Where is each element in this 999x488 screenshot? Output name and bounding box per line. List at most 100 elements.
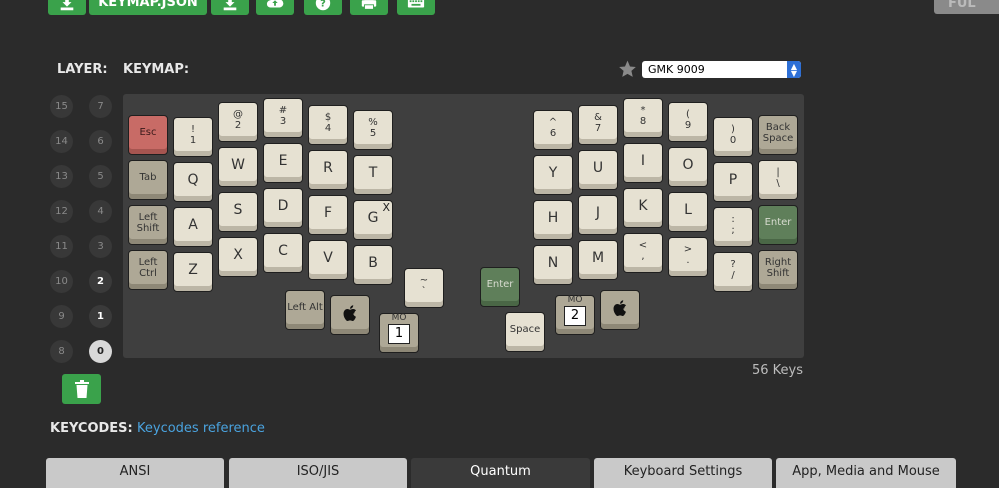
key-5[interactable]: % 5 — [353, 110, 393, 150]
layer-9[interactable]: 9 — [50, 305, 73, 328]
layer-0[interactable]: 0 — [89, 340, 112, 363]
download-button[interactable] — [48, 0, 86, 15]
key-8[interactable]: * 8 — [623, 98, 663, 138]
key-j[interactable]: J — [578, 195, 618, 235]
key-y[interactable]: Y — [533, 155, 573, 195]
layer-1[interactable]: 1 — [89, 305, 112, 328]
layer-15[interactable]: 15 — [50, 95, 73, 118]
key-enter-thumb[interactable]: Enter — [480, 267, 520, 307]
key-a[interactable]: A — [173, 207, 213, 247]
layer-11[interactable]: 11 — [50, 235, 73, 258]
print-button[interactable] — [350, 0, 388, 15]
key-s[interactable]: S — [218, 192, 258, 232]
key-o[interactable]: O — [668, 147, 708, 187]
key-grave[interactable]: ~ ` — [404, 268, 444, 308]
key-semicolon[interactable]: :; — [713, 207, 753, 247]
keycodes-label: KEYCODES: — [50, 421, 133, 436]
key-i[interactable]: I — [623, 143, 663, 183]
key-period[interactable]: >. — [668, 237, 708, 277]
key-4[interactable]: $4 — [308, 105, 348, 145]
key-c[interactable]: C — [263, 233, 303, 273]
key-7[interactable]: & 7 — [578, 105, 618, 145]
key-f[interactable]: F — [308, 195, 348, 235]
tab-quantum[interactable]: Quantum — [411, 458, 590, 488]
key-h[interactable]: H — [533, 200, 573, 240]
keymap-json-button[interactable]: KEYMAP.JSON — [89, 0, 207, 15]
key-9[interactable]: (9 — [668, 102, 708, 142]
key-count: 56 Keys — [752, 363, 804, 378]
full-button[interactable]: FUL — [934, 0, 999, 14]
star-icon[interactable] — [617, 59, 638, 79]
layer-3[interactable]: 3 — [89, 235, 112, 258]
keycodes-reference-link[interactable]: Keycodes reference — [137, 421, 265, 436]
key-comma[interactable]: <, — [623, 233, 663, 273]
key-r[interactable]: R — [308, 150, 348, 190]
help-button[interactable]: ? — [304, 0, 342, 15]
key-backslash[interactable]: | \ — [758, 160, 798, 200]
download-keymap-button[interactable] — [211, 0, 249, 15]
layer-13[interactable]: 13 — [50, 165, 73, 188]
key-w[interactable]: W — [218, 147, 258, 187]
tab-app-media-mouse[interactable]: App, Media and Mouse — [776, 458, 956, 488]
tab-ansi[interactable]: ANSI — [46, 458, 224, 488]
full-label: FUL — [948, 0, 976, 11]
layer-2[interactable]: 2 — [89, 270, 112, 293]
print-icon — [361, 0, 377, 10]
layer-8[interactable]: 8 — [50, 340, 73, 363]
layer-7[interactable]: 7 — [89, 95, 112, 118]
key-x[interactable]: X — [218, 237, 258, 277]
key-left-alt[interactable]: Left Alt — [285, 290, 325, 330]
layer-5[interactable]: 5 — [89, 165, 112, 188]
layer-6[interactable]: 6 — [89, 130, 112, 153]
key-v[interactable]: V — [308, 240, 348, 280]
download-icon — [60, 0, 74, 10]
key-k[interactable]: K — [623, 188, 663, 228]
keymap-json-label: KEYMAP.JSON — [98, 0, 198, 10]
key-e[interactable]: E — [263, 143, 303, 183]
keyboard-layout: Esc ! 1 @2 #3 $4 % 5 Tab Q W E R T Left Shi… — [123, 94, 804, 358]
key-t[interactable]: T — [353, 155, 393, 195]
layer-10[interactable]: 10 — [50, 270, 73, 293]
key-right-cmd[interactable] — [600, 290, 640, 330]
key-mo-2[interactable]: MO 2 — [555, 295, 595, 335]
key-n[interactable]: N — [533, 245, 573, 285]
upload-button[interactable] — [256, 0, 294, 15]
layer-4[interactable]: 4 — [89, 200, 112, 223]
key-mo-1[interactable]: MO 1 — [379, 313, 419, 353]
key-z[interactable]: Z — [173, 252, 213, 292]
key-6[interactable]: ^ 6 — [533, 110, 573, 150]
key-1[interactable]: ! 1 — [173, 117, 213, 157]
keyset-select[interactable]: GMK 9009 ▲ ▼ — [642, 61, 801, 78]
key-q[interactable]: Q — [173, 162, 213, 202]
key-d[interactable]: D — [263, 188, 303, 228]
key-slash[interactable]: ? / — [713, 252, 753, 292]
key-right-shift[interactable]: Right Shift — [758, 250, 798, 290]
key-enter[interactable]: Enter — [758, 205, 798, 245]
key-2[interactable]: @2 — [218, 102, 258, 142]
key-g[interactable]: GX — [353, 200, 393, 240]
key-backspace[interactable]: Back Space — [758, 115, 798, 155]
layer-14[interactable]: 14 — [50, 130, 73, 153]
key-left-shift[interactable]: Left Shift — [128, 205, 168, 245]
key-3[interactable]: #3 — [263, 98, 303, 138]
key-space[interactable]: Space — [505, 312, 545, 352]
svg-text:?: ? — [320, 0, 326, 9]
cloud-upload-icon — [266, 0, 284, 7]
tab-keyboard-settings[interactable]: Keyboard Settings — [594, 458, 772, 488]
apple-icon — [613, 299, 626, 316]
key-p[interactable]: P — [713, 162, 753, 202]
tab-iso-jis[interactable]: ISO/JIS — [229, 458, 407, 488]
key-left-cmd[interactable] — [330, 295, 370, 335]
download-icon — [223, 0, 237, 10]
keyboard-test-button[interactable] — [397, 0, 435, 15]
key-l[interactable]: L — [668, 192, 708, 232]
key-0[interactable]: ) 0 — [713, 117, 753, 157]
key-m[interactable]: M — [578, 240, 618, 280]
key-tab[interactable]: Tab — [128, 160, 168, 200]
clear-keymap-button[interactable] — [62, 374, 101, 404]
key-b[interactable]: B — [353, 245, 393, 285]
key-left-ctrl[interactable]: Left Ctrl — [128, 250, 168, 290]
key-esc[interactable]: Esc — [128, 115, 168, 155]
layer-12[interactable]: 12 — [50, 200, 73, 223]
key-u[interactable]: U — [578, 150, 618, 190]
